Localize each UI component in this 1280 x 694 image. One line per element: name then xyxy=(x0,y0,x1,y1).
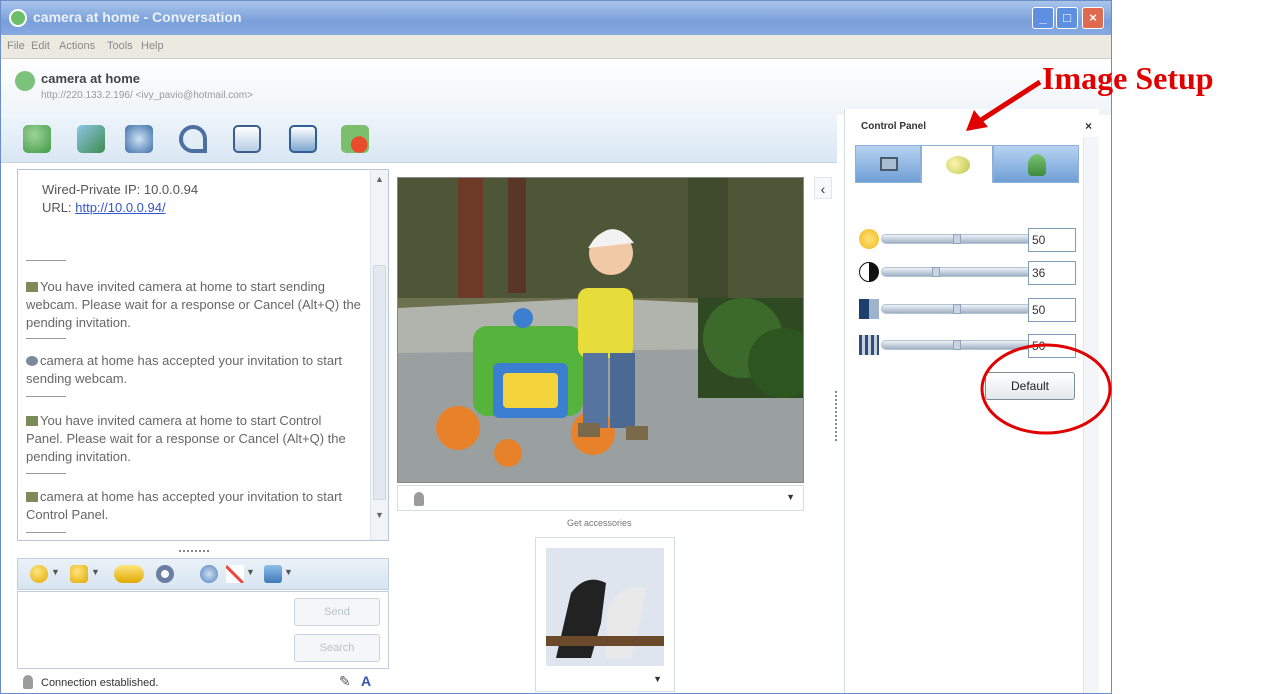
annotation-circle xyxy=(980,343,1112,435)
annotation-overlay xyxy=(966,79,1112,435)
annotation-arrow xyxy=(976,79,1042,125)
